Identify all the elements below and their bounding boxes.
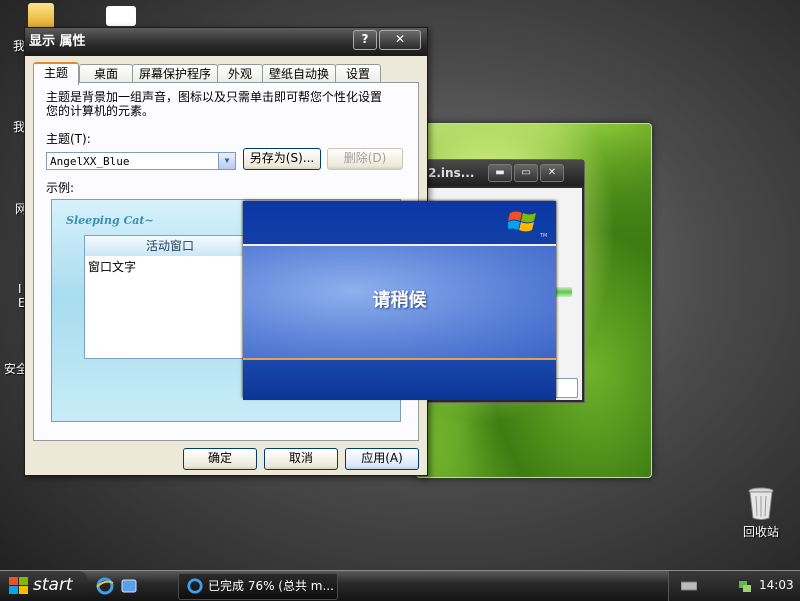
windows-logo-icon bbox=[508, 211, 536, 232]
close-button[interactable]: ✕ bbox=[540, 164, 564, 182]
sample-label: 示例: bbox=[46, 181, 75, 195]
chevron-down-icon[interactable]: ▼ bbox=[218, 153, 235, 169]
tab-screensaver[interactable]: 屏幕保护程序 bbox=[132, 64, 218, 83]
preview-window-title: 活动窗口 bbox=[85, 236, 255, 256]
help-button[interactable]: ? bbox=[353, 30, 377, 50]
ebay-icon[interactable] bbox=[106, 6, 136, 26]
ok-button[interactable]: 确定 bbox=[183, 448, 257, 470]
network-tray-icon[interactable] bbox=[737, 578, 753, 594]
keyboard-tray-icon[interactable] bbox=[681, 580, 697, 592]
preview-active-window: 活动窗口 窗口文字 bbox=[84, 235, 256, 359]
splash-message: 请稍候 bbox=[372, 290, 427, 311]
tab-appearance[interactable]: 外观 bbox=[217, 64, 263, 83]
internet-explorer-icon bbox=[187, 578, 203, 594]
clock: 14:03 bbox=[759, 578, 794, 592]
description-line-2: 您的计算机的元素。 bbox=[46, 104, 155, 118]
system-tray: 14:03 bbox=[668, 571, 800, 601]
start-label: start bbox=[33, 575, 73, 595]
save-as-button[interactable]: 另存为(S)... bbox=[243, 148, 321, 170]
recycle-bin-icon bbox=[748, 487, 774, 520]
theme-dropdown[interactable]: AngelXX_Blue ▼ bbox=[46, 152, 236, 170]
internet-explorer-icon[interactable] bbox=[96, 577, 114, 595]
installer-title: 2.ins... bbox=[428, 166, 475, 180]
taskbar: start 已完成 76% (总共 m... 14:03 bbox=[0, 570, 800, 601]
preview-logo: Sleeping Cat~ bbox=[66, 214, 154, 227]
please-wait-splash: 请稍候 TM bbox=[243, 201, 556, 400]
tab-desktop[interactable]: 桌面 bbox=[79, 64, 133, 83]
recycle-bin-label: 回收站 bbox=[742, 525, 779, 539]
apply-button[interactable]: 应用(A) bbox=[345, 448, 419, 470]
cancel-button[interactable]: 取消 bbox=[264, 448, 338, 470]
minimize-button[interactable]: ▬ bbox=[488, 164, 512, 182]
theme-label: 主题(T): bbox=[46, 132, 91, 146]
dialog-title: 显示 属性 bbox=[29, 34, 86, 49]
close-button[interactable]: ✕ bbox=[379, 30, 421, 50]
delete-button[interactable]: 删除(D) bbox=[327, 148, 403, 170]
trademark-text: TM bbox=[540, 233, 548, 239]
tab-themes[interactable]: 主题 bbox=[33, 62, 79, 85]
start-button[interactable]: start bbox=[0, 571, 88, 601]
windows-logo-icon bbox=[9, 577, 28, 594]
dialog-title-bar[interactable]: 显示 属性 ? ✕ bbox=[25, 28, 427, 56]
taskbar-item-label: 已完成 76% (总共 m... bbox=[208, 579, 334, 593]
tab-settings[interactable]: 设置 bbox=[335, 64, 381, 83]
show-desktop-icon[interactable] bbox=[120, 577, 138, 595]
recycle-bin[interactable]: 回收站 bbox=[738, 486, 784, 540]
tab-wallpaper-changer[interactable]: 壁纸自动换 bbox=[262, 64, 336, 83]
theme-dropdown-value: AngelXX_Blue bbox=[50, 155, 130, 168]
taskbar-item-download[interactable]: 已完成 76% (总共 m... bbox=[178, 573, 338, 600]
splash-bottom-band bbox=[243, 358, 556, 400]
installer-title-bar[interactable]: 2.ins... ▬ ▭ ✕ bbox=[426, 160, 584, 186]
folder-icon[interactable] bbox=[28, 3, 54, 29]
preview-window-text: 窗口文字 bbox=[88, 260, 137, 274]
maximize-button[interactable]: ▭ bbox=[514, 164, 538, 182]
